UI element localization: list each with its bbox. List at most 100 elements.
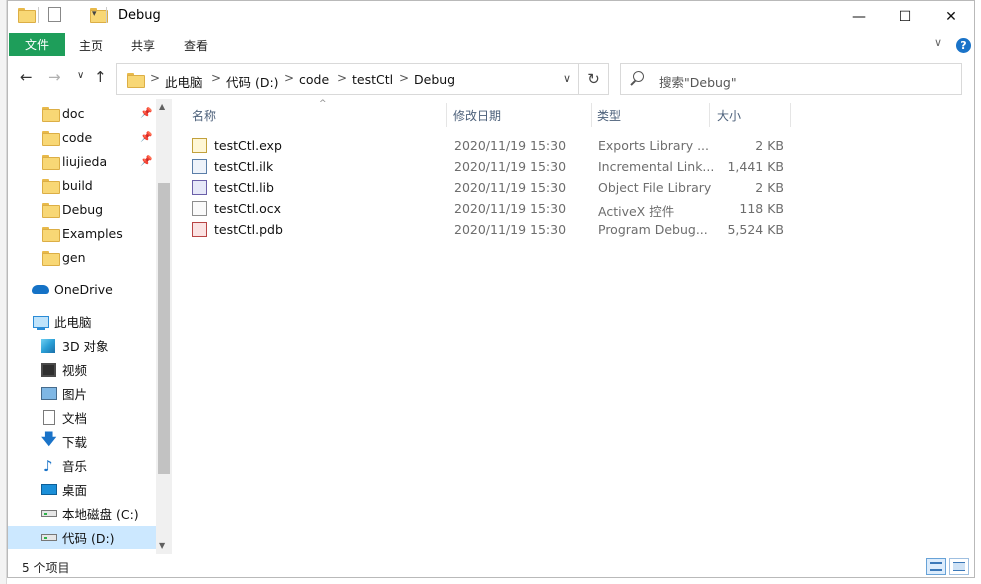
sidebar-item-onedrive[interactable]: OneDrive bbox=[8, 278, 156, 301]
scroll-down-arrow[interactable]: ▼ bbox=[159, 541, 165, 550]
column-divider[interactable] bbox=[446, 103, 447, 127]
sidebar-item-doc[interactable]: doc 📌 bbox=[8, 102, 156, 125]
up-button[interactable]: ↑ bbox=[94, 68, 107, 86]
breadcrumb-separator[interactable]: > bbox=[337, 71, 347, 85]
sidebar-item-label: 下载 bbox=[62, 435, 88, 450]
ilk-file-icon bbox=[192, 159, 207, 174]
column-divider[interactable] bbox=[591, 103, 592, 127]
drive-icon bbox=[41, 510, 57, 517]
sidebar-item-desktop[interactable]: 桌面 bbox=[8, 478, 156, 501]
pdb-file-icon bbox=[192, 222, 207, 237]
file-tab[interactable]: 文件 bbox=[9, 33, 65, 56]
tab-home[interactable]: 主页 bbox=[79, 37, 103, 54]
file-size: 2 KB bbox=[755, 180, 784, 195]
sidebar-item-videos[interactable]: 视频 bbox=[8, 358, 156, 381]
file-size: 118 KB bbox=[739, 201, 784, 216]
breadcrumb-code[interactable]: code bbox=[299, 72, 329, 87]
scrollbar-thumb[interactable] bbox=[158, 183, 170, 474]
large-icons-view-button[interactable] bbox=[949, 558, 969, 575]
properties-icon[interactable] bbox=[48, 7, 61, 22]
help-icon[interactable]: ? bbox=[956, 38, 971, 53]
tab-share[interactable]: 共享 bbox=[131, 37, 155, 54]
background-window-edge bbox=[0, 0, 7, 584]
file-name: testCtl.pdb bbox=[214, 222, 283, 237]
sidebar-item-label: 此电脑 bbox=[54, 315, 92, 330]
sidebar-item-code[interactable]: code 📌 bbox=[8, 126, 156, 149]
sidebar-item-3d-objects[interactable]: 3D 对象 bbox=[8, 334, 156, 357]
maximize-button[interactable]: ☐ bbox=[882, 1, 928, 32]
file-size: 5,524 KB bbox=[727, 222, 784, 237]
recent-locations-button[interactable]: ∨ bbox=[77, 70, 84, 81]
breadcrumb-testctl[interactable]: testCtl bbox=[352, 72, 393, 87]
search-box[interactable]: 搜索"Debug" bbox=[620, 63, 962, 95]
file-explorer-window: ▾ Debug — ☐ ✕ 文件 主页 共享 查看 ∨ ? ← → ∨ ↑ > … bbox=[7, 0, 975, 578]
sidebar-item-label: build bbox=[62, 178, 93, 193]
column-header-size[interactable]: 大小 bbox=[717, 103, 741, 127]
status-bar: 5 个项目 bbox=[8, 554, 974, 577]
table-row[interactable]: testCtl.pdb 2020/11/19 15:30 Program Deb… bbox=[192, 219, 792, 240]
breadcrumb-separator[interactable]: > bbox=[284, 71, 294, 85]
column-divider[interactable] bbox=[709, 103, 710, 127]
sidebar-item-this-pc[interactable]: 此电脑 bbox=[8, 310, 156, 333]
column-divider[interactable] bbox=[790, 103, 791, 127]
sidebar-item-build[interactable]: build bbox=[8, 174, 156, 197]
sidebar-item-label: Examples bbox=[62, 226, 123, 241]
large-icons-view-icon bbox=[953, 562, 965, 571]
sidebar-item-label: 本地磁盘 (C:) bbox=[62, 507, 139, 522]
music-icon: ♪ bbox=[43, 456, 53, 475]
customize-quick-access-icon[interactable]: ▾ bbox=[92, 9, 97, 19]
file-type: Incremental Link... bbox=[598, 159, 715, 174]
window-title: Debug bbox=[118, 8, 161, 23]
back-button[interactable]: ← bbox=[20, 68, 33, 86]
collapse-ribbon-icon[interactable]: ∨ bbox=[934, 36, 942, 49]
navigation-pane: doc 📌 code 📌 liujieda 📌 build Debug Exam… bbox=[8, 99, 172, 554]
close-button[interactable]: ✕ bbox=[928, 1, 974, 32]
sidebar-item-liujieda[interactable]: liujieda 📌 bbox=[8, 150, 156, 173]
table-row[interactable]: testCtl.ocx 2020/11/19 15:30 ActiveX 控件 … bbox=[192, 198, 792, 219]
scroll-up-arrow[interactable]: ▲ bbox=[159, 102, 165, 111]
table-row[interactable]: testCtl.exp 2020/11/19 15:30 Exports Lib… bbox=[192, 135, 792, 156]
column-header-name[interactable]: 名称 bbox=[192, 103, 216, 127]
navigation-bar: ← → ∨ ↑ > 此电脑 > 代码 (D:) > code > testCtl… bbox=[8, 57, 974, 99]
breadcrumb-separator[interactable]: > bbox=[211, 71, 221, 85]
tab-view[interactable]: 查看 bbox=[184, 37, 208, 54]
file-type: Program Debug... bbox=[598, 222, 708, 237]
sidebar-item-label: 音乐 bbox=[62, 459, 88, 474]
sidebar-item-documents[interactable]: 文档 bbox=[8, 406, 156, 429]
breadcrumb-separator[interactable]: > bbox=[399, 71, 409, 85]
sidebar-item-music[interactable]: ♪ 音乐 bbox=[8, 454, 156, 477]
sidebar-item-label: Debug bbox=[62, 202, 104, 217]
sidebar-item-label: 视频 bbox=[62, 363, 88, 378]
sidebar-item-pictures[interactable]: 图片 bbox=[8, 382, 156, 405]
desktop-icon bbox=[41, 484, 57, 495]
breadcrumb-debug[interactable]: Debug bbox=[414, 72, 455, 87]
file-list: ^ 名称 修改日期 类型 大小 testCtl.exp 2020/11/19 1… bbox=[173, 99, 974, 554]
sidebar-item-drive-d[interactable]: 代码 (D:) bbox=[8, 526, 156, 549]
sidebar-item-drive-c[interactable]: 本地磁盘 (C:) bbox=[8, 502, 156, 525]
file-modified: 2020/11/19 15:30 bbox=[454, 180, 567, 195]
downloads-icon: 🡇 bbox=[41, 430, 57, 448]
drive-icon bbox=[41, 534, 57, 541]
table-row[interactable]: testCtl.ilk 2020/11/19 15:30 Incremental… bbox=[192, 156, 792, 177]
breadcrumb-this-pc[interactable]: 此电脑 bbox=[165, 72, 203, 91]
sort-ascending-icon: ^ bbox=[319, 99, 327, 109]
forward-button[interactable]: → bbox=[48, 68, 61, 86]
sidebar-item-debug[interactable]: Debug bbox=[8, 198, 156, 221]
breadcrumb-drive-d[interactable]: 代码 (D:) bbox=[226, 72, 279, 91]
address-bar[interactable]: > 此电脑 > 代码 (D:) > code > testCtl > Debug… bbox=[116, 63, 579, 95]
column-header-modified[interactable]: 修改日期 bbox=[453, 103, 501, 127]
breadcrumb-separator[interactable]: > bbox=[150, 71, 160, 85]
column-header-type[interactable]: 类型 bbox=[597, 103, 621, 127]
sidebar-item-label: 3D 对象 bbox=[62, 339, 109, 354]
details-view-icon bbox=[930, 562, 942, 571]
details-view-button[interactable] bbox=[926, 558, 946, 575]
sidebar-item-gen[interactable]: gen bbox=[8, 246, 156, 269]
address-dropdown-button[interactable]: ∨ bbox=[563, 72, 571, 85]
refresh-button[interactable]: ↻ bbox=[579, 63, 609, 95]
file-type: ActiveX 控件 bbox=[598, 204, 675, 219]
sidebar-item-downloads[interactable]: 🡇 下载 bbox=[8, 430, 156, 453]
minimize-button[interactable]: — bbox=[836, 1, 882, 32]
table-row[interactable]: testCtl.lib 2020/11/19 15:30 Object File… bbox=[192, 177, 792, 198]
sidebar-scrollbar[interactable]: ▲ ▼ bbox=[156, 99, 172, 554]
sidebar-item-examples[interactable]: Examples bbox=[8, 222, 156, 245]
